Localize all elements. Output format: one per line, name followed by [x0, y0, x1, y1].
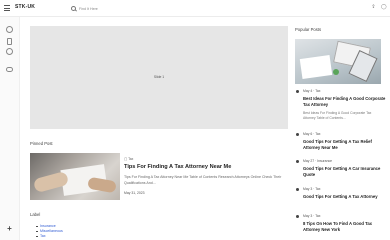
- post-date: May 3: [303, 214, 313, 218]
- popular-post-title[interactable]: Best Ideas For Finding A Good Corporate …: [303, 96, 387, 107]
- post-category[interactable]: Tax: [315, 214, 320, 218]
- document-icon[interactable]: [7, 38, 12, 45]
- user-icon[interactable]: ◯: [381, 5, 387, 10]
- post-meta: May 3 · Tax: [303, 214, 321, 218]
- pinned-section-title: Pinned Post: [30, 141, 53, 146]
- slide-label: Slide 1: [153, 75, 165, 79]
- search-icon[interactable]: [71, 6, 76, 11]
- left-rail: +: [0, 17, 20, 240]
- featured-slider[interactable]: Slide 1: [30, 26, 288, 129]
- clock-icon[interactable]: [6, 48, 13, 55]
- post-date: May 27: [303, 159, 315, 163]
- popular-post-excerpt: Best Ideas For Finding A Good Corporate …: [303, 111, 372, 120]
- pinned-post-title[interactable]: Tips For Finding A Tax Attorney Near Me: [124, 164, 231, 170]
- post-category[interactable]: Tax: [315, 89, 320, 93]
- post-meta: May 6 · Tax: [303, 132, 321, 136]
- popular-post-image[interactable]: [295, 39, 381, 84]
- label-item[interactable]: Tax: [36, 234, 63, 239]
- list-bullet: [296, 133, 299, 136]
- pinned-post-date: May 31, 2023: [124, 191, 145, 195]
- popular-section-title: Popular Posts: [295, 27, 322, 32]
- plus-icon[interactable]: +: [6, 225, 13, 233]
- list-bullet: [296, 160, 299, 163]
- post-date: May 4: [303, 89, 313, 93]
- pinned-category-label[interactable]: Tax: [128, 157, 133, 161]
- share-icon[interactable]: ⇪: [371, 5, 376, 10]
- post-meta: May 4 · Tax: [303, 89, 321, 93]
- popular-post-title[interactable]: 8 Tips On How To Find A Good Tax Attorne…: [303, 221, 387, 232]
- top-bar: STK-UK Find It Here ⇪ ◯: [0, 0, 390, 17]
- header-actions: ⇪ ◯: [371, 5, 386, 10]
- pinned-post-category[interactable]: ▢ Tax: [124, 157, 133, 161]
- post-date: May 6: [303, 132, 313, 136]
- popular-post-title[interactable]: Good Tips For Getting A Tax Attorney: [303, 194, 387, 200]
- post-category[interactable]: Insurance: [317, 159, 332, 163]
- site-brand[interactable]: STK-UK: [15, 4, 35, 10]
- label-list: Insurance Miscellaneous Tax: [36, 224, 63, 239]
- post-date: May 3: [303, 187, 313, 191]
- post-category[interactable]: Tax: [315, 187, 320, 191]
- post-meta: May 3 · Tax: [303, 187, 321, 191]
- menu-icon[interactable]: [4, 5, 10, 11]
- post-meta: May 27 · Insurance: [303, 159, 333, 163]
- post-category[interactable]: Tax: [315, 132, 320, 136]
- pinned-post-image[interactable]: [30, 153, 120, 200]
- circle-icon[interactable]: [6, 26, 13, 33]
- list-bullet: [296, 90, 299, 93]
- popular-post-title[interactable]: Good Tips For Getting A Car Insurance Qu…: [303, 166, 387, 177]
- label-section-title: Label: [30, 212, 41, 217]
- search-box[interactable]: Find It Here: [71, 4, 261, 13]
- search-input[interactable]: Find It Here: [79, 7, 98, 11]
- list-bullet: [296, 188, 299, 191]
- popular-post-title[interactable]: Good Tips For Getting A Tax Relief Attor…: [303, 139, 387, 150]
- list-bullet: [296, 215, 299, 218]
- pinned-post-excerpt: Tips For Finding A Tax Attorney Near Me …: [124, 175, 282, 185]
- cloud-icon[interactable]: [6, 67, 13, 72]
